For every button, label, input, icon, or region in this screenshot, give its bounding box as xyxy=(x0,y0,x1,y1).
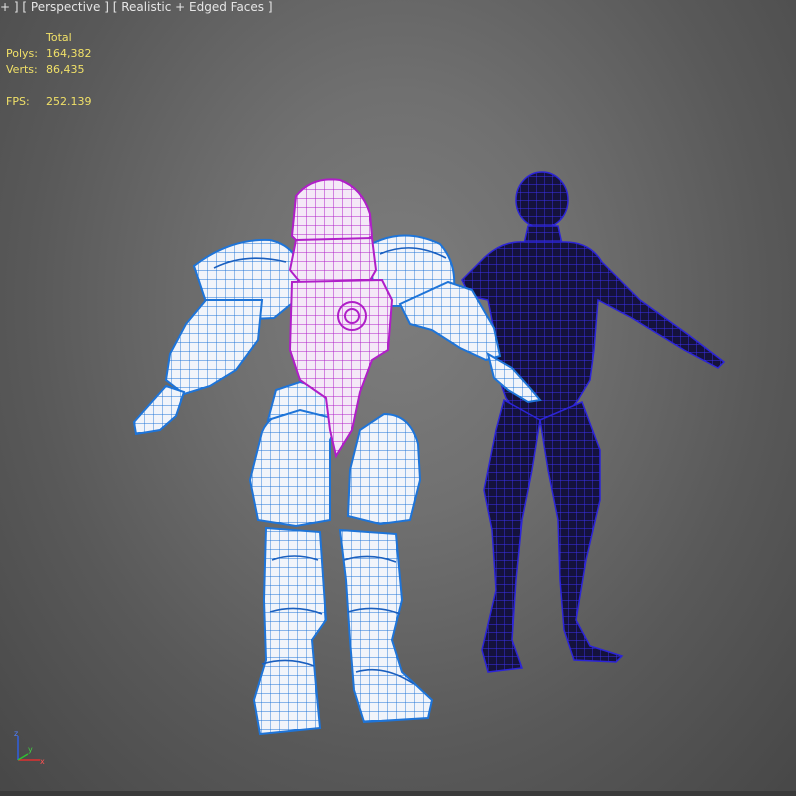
point-of-view-menu[interactable]: Perspective xyxy=(31,0,101,14)
fps-value: 252.139 xyxy=(46,95,92,108)
gizmo-z-label: z xyxy=(14,730,18,738)
base-body-mesh[interactable] xyxy=(461,171,726,673)
polys-value: 164,382 xyxy=(46,47,92,60)
polys-label: Polys: xyxy=(6,47,38,60)
axis-gizmo-icon: z y x xyxy=(14,730,45,766)
fps-label: FPS: xyxy=(6,95,30,108)
scene-canvas[interactable] xyxy=(0,0,796,796)
gizmo-y-label: y xyxy=(28,745,33,754)
shading-mode-menu[interactable]: Realistic + Edged Faces xyxy=(121,0,264,14)
gizmo-x-label: x xyxy=(40,757,45,766)
viewport-label-menu[interactable]: + ] [ Perspective ] [ Realistic + Edged … xyxy=(0,0,273,16)
viewport-bottom-edge xyxy=(0,791,796,796)
verts-label: Verts: xyxy=(6,63,38,76)
viewport-general-menu[interactable]: + xyxy=(0,0,10,14)
3d-viewport[interactable]: + ] [ Perspective ] [ Realistic + Edged … xyxy=(0,0,796,796)
stats-total-header: Total xyxy=(46,31,72,44)
verts-value: 86,435 xyxy=(46,63,85,76)
